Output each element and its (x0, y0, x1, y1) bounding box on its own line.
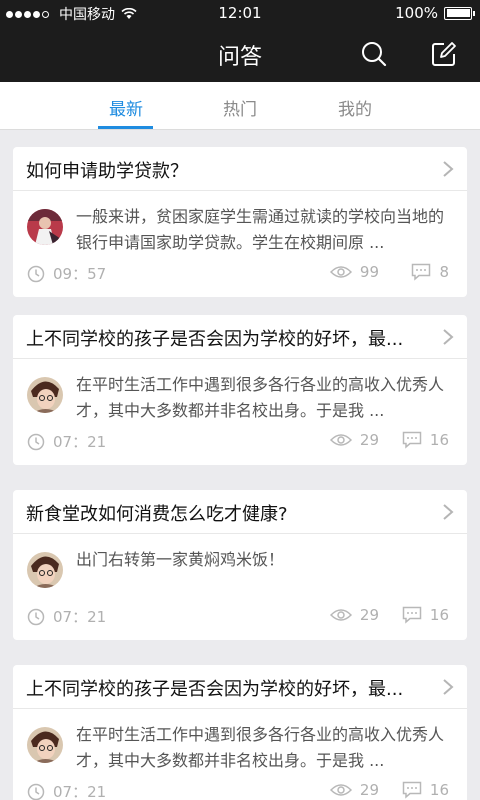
battery-fill (446, 9, 470, 17)
meta-views: 29 (329, 606, 379, 624)
meta-row: 09：57 99 8 (27, 263, 457, 285)
clock-icon (27, 608, 45, 625)
chevron-right-icon (443, 679, 454, 695)
tab-hot[interactable]: 热门 (200, 95, 280, 120)
comments-count: 16 (429, 606, 449, 624)
comments-count: 16 (429, 431, 449, 449)
question-header[interactable]: 新食堂改如何消费怎么吃才健康? (13, 490, 467, 534)
meta-comments: 16 (402, 781, 449, 799)
meta-time: 07：21 (27, 431, 106, 452)
question-title: 上不同学校的孩子是否会因为学校的好坏，最... (26, 679, 404, 700)
answer-body[interactable]: 一般来讲，贫困家庭学生需通过就读的学校向当地的银行申请国家助学贷款。学生在校期间… (13, 191, 467, 297)
meta-time: 07：21 (27, 606, 106, 627)
active-tab-indicator (98, 126, 153, 129)
question-card[interactable]: 如何申请助学贷款？ 一般来讲，贫困家庭学生需通过就读的学校向当地的银行申请国家助… (13, 147, 467, 297)
meta-views: 29 (329, 781, 379, 799)
nav-bar: 问答 (0, 26, 480, 82)
meta-time: 09：57 (27, 263, 106, 284)
meta-time: 07：21 (27, 781, 106, 800)
meta-row: 07：21 29 16 (27, 606, 457, 628)
meta-comments: 16 (402, 431, 449, 449)
eye-icon (329, 434, 352, 446)
question-card[interactable]: 新食堂改如何消费怎么吃才健康? 出门右转第一家黄焖鸡米饭！ 07：21 29 1… (13, 490, 467, 640)
question-title: 上不同学校的孩子是否会因为学校的好坏，最... (26, 329, 404, 350)
question-header[interactable]: 上不同学校的孩子是否会因为学校的好坏，最... (13, 665, 467, 709)
tab-mine[interactable]: 我的 (315, 95, 395, 120)
eye-icon (329, 266, 352, 278)
question-header[interactable]: 上不同学校的孩子是否会因为学校的好坏，最... (13, 315, 467, 359)
chevron-right-icon (443, 329, 454, 345)
answer-text: 一般来讲，贫困家庭学生需通过就读的学校向当地的银行申请国家助学贷款。学生在校期间… (76, 207, 445, 252)
views-count: 99 (359, 263, 379, 281)
comment-icon (412, 263, 431, 281)
views-count: 29 (359, 606, 379, 624)
battery-icon (444, 6, 475, 20)
answer-text: 出门右转第一家黄焖鸡米饭！ (76, 550, 285, 569)
meta-views: 29 (329, 431, 379, 449)
comment-icon (402, 606, 422, 624)
meta-comments: 16 (402, 606, 449, 624)
views-count: 29 (359, 781, 379, 799)
answer-text: 在平时生活工作中遇到很多各行各业的高收入优秀人才，其中大多数都并非名校出身。于是… (76, 725, 445, 770)
time-text: 07：21 (53, 608, 107, 626)
time-text: 07：21 (53, 783, 107, 800)
avatar[interactable] (27, 552, 63, 588)
avatar[interactable] (27, 209, 63, 245)
comment-icon (402, 431, 422, 449)
question-card[interactable]: 上不同学校的孩子是否会因为学校的好坏，最... 在平时生活工作中遇到很多各行各业… (13, 315, 467, 465)
status-bar: 中国移动 12:01 100% (0, 0, 480, 26)
edit-icon[interactable] (430, 40, 458, 68)
eye-icon (329, 784, 352, 796)
search-icon[interactable] (360, 40, 388, 68)
chevron-right-icon (443, 504, 454, 520)
question-header[interactable]: 如何申请助学贷款？ (13, 147, 467, 191)
chevron-right-icon (443, 161, 454, 177)
meta-row: 07：21 29 16 (27, 781, 457, 800)
avatar[interactable] (27, 727, 63, 763)
question-title: 如何申请助学贷款？ (26, 161, 188, 182)
page-title: 问答 (217, 45, 262, 70)
clock-icon (27, 265, 45, 282)
meta-row: 07：21 29 16 (27, 431, 457, 453)
answer-body[interactable]: 在平时生活工作中遇到很多各行各业的高收入优秀人才，其中大多数都并非名校出身。于是… (13, 359, 467, 465)
time-text: 07：21 (53, 433, 107, 451)
meta-comments: 8 (411, 263, 449, 281)
comments-count: 8 (439, 263, 449, 281)
comment-icon (402, 781, 422, 799)
answer-text: 在平时生活工作中遇到很多各行各业的高收入优秀人才，其中大多数都并非名校出身。于是… (76, 375, 445, 420)
battery-percent: 100% (395, 4, 438, 22)
eye-icon (329, 609, 352, 621)
clock-icon (27, 783, 45, 800)
answer-body[interactable]: 在平时生活工作中遇到很多各行各业的高收入优秀人才，其中大多数都并非名校出身。于是… (13, 709, 467, 800)
meta-views: 99 (329, 263, 379, 281)
clock-icon (27, 433, 45, 450)
avatar[interactable] (27, 377, 63, 413)
views-count: 29 (359, 431, 379, 449)
tab-bar: 最新 热门 我的 (0, 82, 480, 130)
time-text: 09：57 (53, 265, 107, 283)
answer-body[interactable]: 出门右转第一家黄焖鸡米饭！ 07：21 29 16 (13, 534, 467, 640)
status-right: 100% (395, 4, 475, 22)
question-card[interactable]: 上不同学校的孩子是否会因为学校的好坏，最... 在平时生活工作中遇到很多各行各业… (13, 665, 467, 800)
question-title: 新食堂改如何消费怎么吃才健康? (26, 504, 288, 525)
tab-latest[interactable]: 最新 (86, 95, 166, 120)
comments-count: 16 (429, 781, 449, 799)
